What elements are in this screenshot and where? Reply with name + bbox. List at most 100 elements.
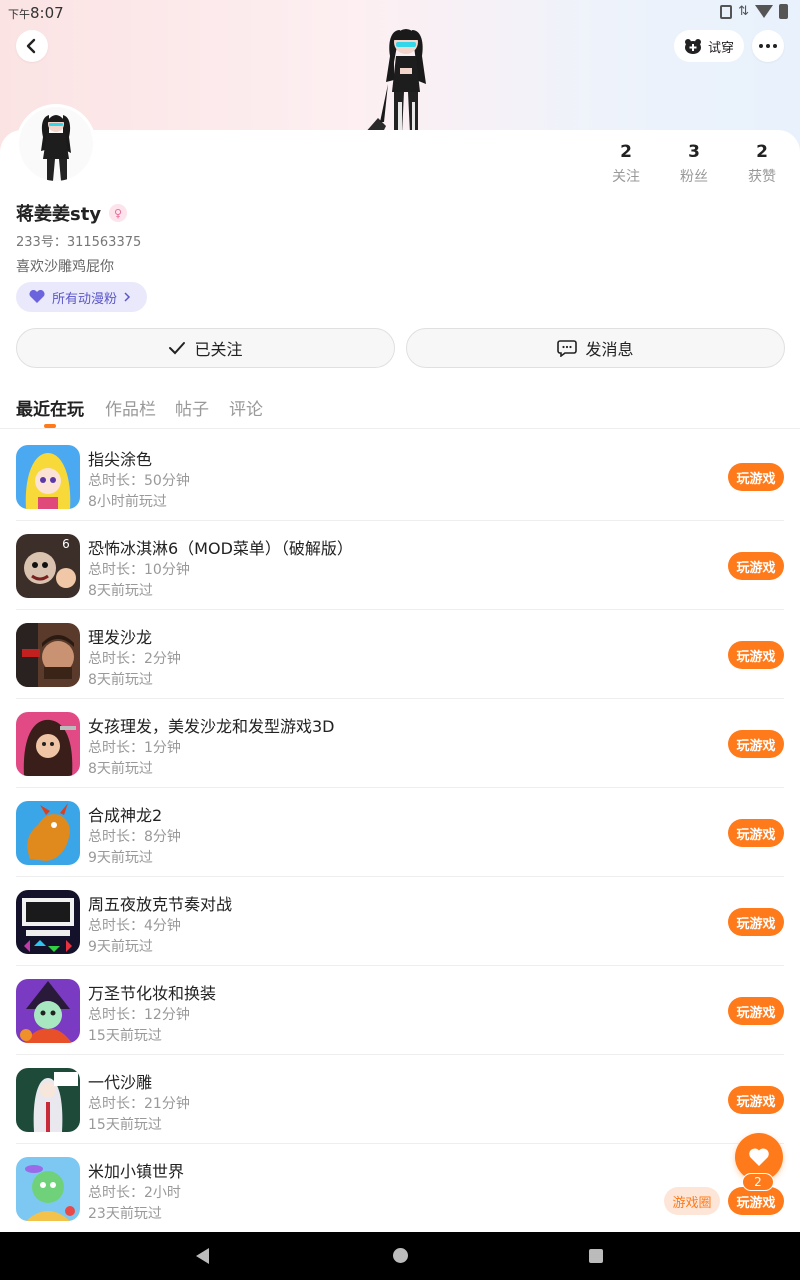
game-name: 合成神龙2 xyxy=(88,806,163,825)
game-last-played: 15天前玩过 xyxy=(88,1117,162,1133)
game-name: 一代沙雕 xyxy=(88,1073,153,1092)
game-name: 米加小镇世界 xyxy=(88,1162,185,1181)
stat-following-label: 关注 xyxy=(612,169,640,185)
tab-works[interactable]: 作品栏 xyxy=(105,395,156,420)
game-name: 理发沙龙 xyxy=(88,628,153,647)
game-last-played: 8天前玩过 xyxy=(88,583,153,599)
game-last-played: 9天前玩过 xyxy=(88,939,153,955)
game-icon xyxy=(16,623,80,687)
stat-followers[interactable]: 3 粉丝 xyxy=(674,142,714,186)
like-count-badge: 2 xyxy=(742,1173,774,1191)
game-row[interactable]: 6 恐怖冰淇淋6（MOD菜单）（破解版） 总时长：10分钟 8天前玩过 玩游戏 xyxy=(0,521,800,610)
game-duration: 总时长：4分钟 xyxy=(88,918,181,934)
stat-following[interactable]: 2 关注 xyxy=(606,142,646,186)
game-name: 周五夜放克节奏对战 xyxy=(88,895,233,914)
play-game-button[interactable]: 玩游戏 xyxy=(728,730,784,758)
game-last-played: 23天前玩过 xyxy=(88,1206,162,1222)
more-button[interactable] xyxy=(752,30,784,62)
game-name: 女孩理发，美发沙龙和发型游戏3D xyxy=(88,717,335,736)
female-icon: ♀ xyxy=(109,204,128,222)
game-row[interactable]: 万圣节化妆和换装 总时长：12分钟 15天前玩过 玩游戏 xyxy=(0,966,800,1055)
play-game-button[interactable]: 玩游戏 xyxy=(728,463,784,491)
game-row[interactable]: 合成神龙2 总时长：8分钟 9天前玩过 玩游戏 xyxy=(0,788,800,877)
system-nav-bar xyxy=(0,1232,800,1280)
game-last-played: 8天前玩过 xyxy=(88,672,153,688)
stat-likes[interactable]: 2 获赞 xyxy=(742,142,782,186)
try-on-button[interactable]: 试穿 xyxy=(674,30,744,62)
data-transfer-icon: ⇅ xyxy=(738,3,749,19)
play-game-button[interactable]: 玩游戏 xyxy=(728,997,784,1025)
nav-home-icon[interactable] xyxy=(393,1248,408,1263)
game-last-played: 9天前玩过 xyxy=(88,850,153,866)
game-icon xyxy=(16,1068,80,1132)
game-icon xyxy=(16,712,80,776)
chevron-right-icon xyxy=(124,292,131,302)
game-row[interactable]: 指尖涂色 总时长：50分钟 8小时前玩过 玩游戏 xyxy=(0,432,800,521)
wifi-icon xyxy=(755,5,773,18)
game-duration: 总时长：2小时 xyxy=(88,1185,181,1201)
tab-indicator xyxy=(44,424,56,428)
stat-following-count: 2 xyxy=(620,142,632,162)
game-row[interactable]: 一代沙雕 总时长：21分钟 15天前玩过 玩游戏 xyxy=(0,1055,800,1144)
nav-recents-icon[interactable] xyxy=(589,1249,603,1263)
avatar-figure-image xyxy=(364,29,426,134)
game-icon xyxy=(16,801,80,865)
message-button[interactable]: 发消息 xyxy=(406,328,785,368)
check-icon xyxy=(169,342,186,355)
message-label: 发消息 xyxy=(585,340,634,359)
vibrate-icon xyxy=(720,4,733,19)
back-button[interactable] xyxy=(16,30,48,62)
tab-posts[interactable]: 帖子 xyxy=(175,395,209,420)
chat-icon xyxy=(557,340,578,357)
follow-label: 已关注 xyxy=(194,340,243,359)
follow-button[interactable]: 已关注 xyxy=(16,328,395,368)
game-icon xyxy=(16,1157,80,1221)
game-icon xyxy=(16,445,80,509)
game-row[interactable]: 周五夜放克节奏对战 总时长：4分钟 9天前玩过 玩游戏 xyxy=(0,877,800,966)
try-on-label: 试穿 xyxy=(707,40,734,56)
game-name: 指尖涂色 xyxy=(88,450,153,469)
play-game-button[interactable]: 玩游戏 xyxy=(728,1187,784,1215)
game-last-played: 8天前玩过 xyxy=(88,761,153,777)
game-last-played: 8小时前玩过 xyxy=(88,494,167,510)
fan-tag[interactable]: 所有动漫粉 xyxy=(16,282,147,312)
game-row[interactable]: 理发沙龙 总时长：2分钟 8天前玩过 玩游戏 xyxy=(0,610,800,699)
username: 蒋姜姜sty xyxy=(16,204,102,225)
status-icons: ⇅ xyxy=(720,4,788,19)
play-game-button[interactable]: 玩游戏 xyxy=(728,908,784,936)
stat-likes-count: 2 xyxy=(756,142,768,162)
game-icon xyxy=(16,979,80,1043)
game-row[interactable]: 米加小镇世界 总时长：2小时 23天前玩过 游戏圈 玩游戏 xyxy=(0,1144,800,1233)
tab-comments[interactable]: 评论 xyxy=(229,395,263,420)
game-duration: 总时长：12分钟 xyxy=(88,1007,190,1023)
game-row[interactable]: 女孩理发，美发沙龙和发型游戏3D 总时长：1分钟 8天前玩过 玩游戏 xyxy=(0,699,800,788)
game-icon: 6 xyxy=(16,534,80,598)
bear-icon xyxy=(684,39,701,54)
game-circle-button[interactable]: 游戏圈 xyxy=(664,1187,720,1215)
status-time: 下午8:07 xyxy=(8,4,64,22)
battery-icon xyxy=(779,4,788,19)
stat-likes-label: 获赞 xyxy=(748,169,776,185)
fan-tag-label: 所有动漫粉 xyxy=(52,291,118,307)
profile-tabs: 最近在玩 作品栏 帖子 评论 xyxy=(0,392,800,429)
user-bio: 喜欢沙雕鸡屁你 xyxy=(16,259,114,275)
heart-icon xyxy=(749,1148,769,1166)
game-duration: 总时长：2分钟 xyxy=(88,651,181,667)
more-dots-icon xyxy=(759,44,777,48)
stat-followers-label: 粉丝 xyxy=(680,169,708,185)
svg-text:6: 6 xyxy=(62,537,70,551)
username-row: 蒋姜姜sty ♀ xyxy=(16,200,128,226)
play-game-button[interactable]: 玩游戏 xyxy=(728,552,784,580)
nav-back-icon[interactable] xyxy=(196,1248,209,1264)
game-duration: 总时长：1分钟 xyxy=(88,740,181,756)
game-duration: 总时长：10分钟 xyxy=(88,562,190,578)
play-game-button[interactable]: 玩游戏 xyxy=(728,819,784,847)
game-name: 恐怖冰淇淋6（MOD菜单）（破解版） xyxy=(88,539,353,558)
play-game-button[interactable]: 玩游戏 xyxy=(728,1086,784,1114)
chevron-left-icon xyxy=(26,38,36,54)
play-game-button[interactable]: 玩游戏 xyxy=(728,641,784,669)
game-last-played: 15天前玩过 xyxy=(88,1028,162,1044)
tab-recently-played[interactable]: 最近在玩 xyxy=(16,395,84,420)
heart-icon xyxy=(29,290,45,303)
game-duration: 总时长：8分钟 xyxy=(88,829,181,845)
